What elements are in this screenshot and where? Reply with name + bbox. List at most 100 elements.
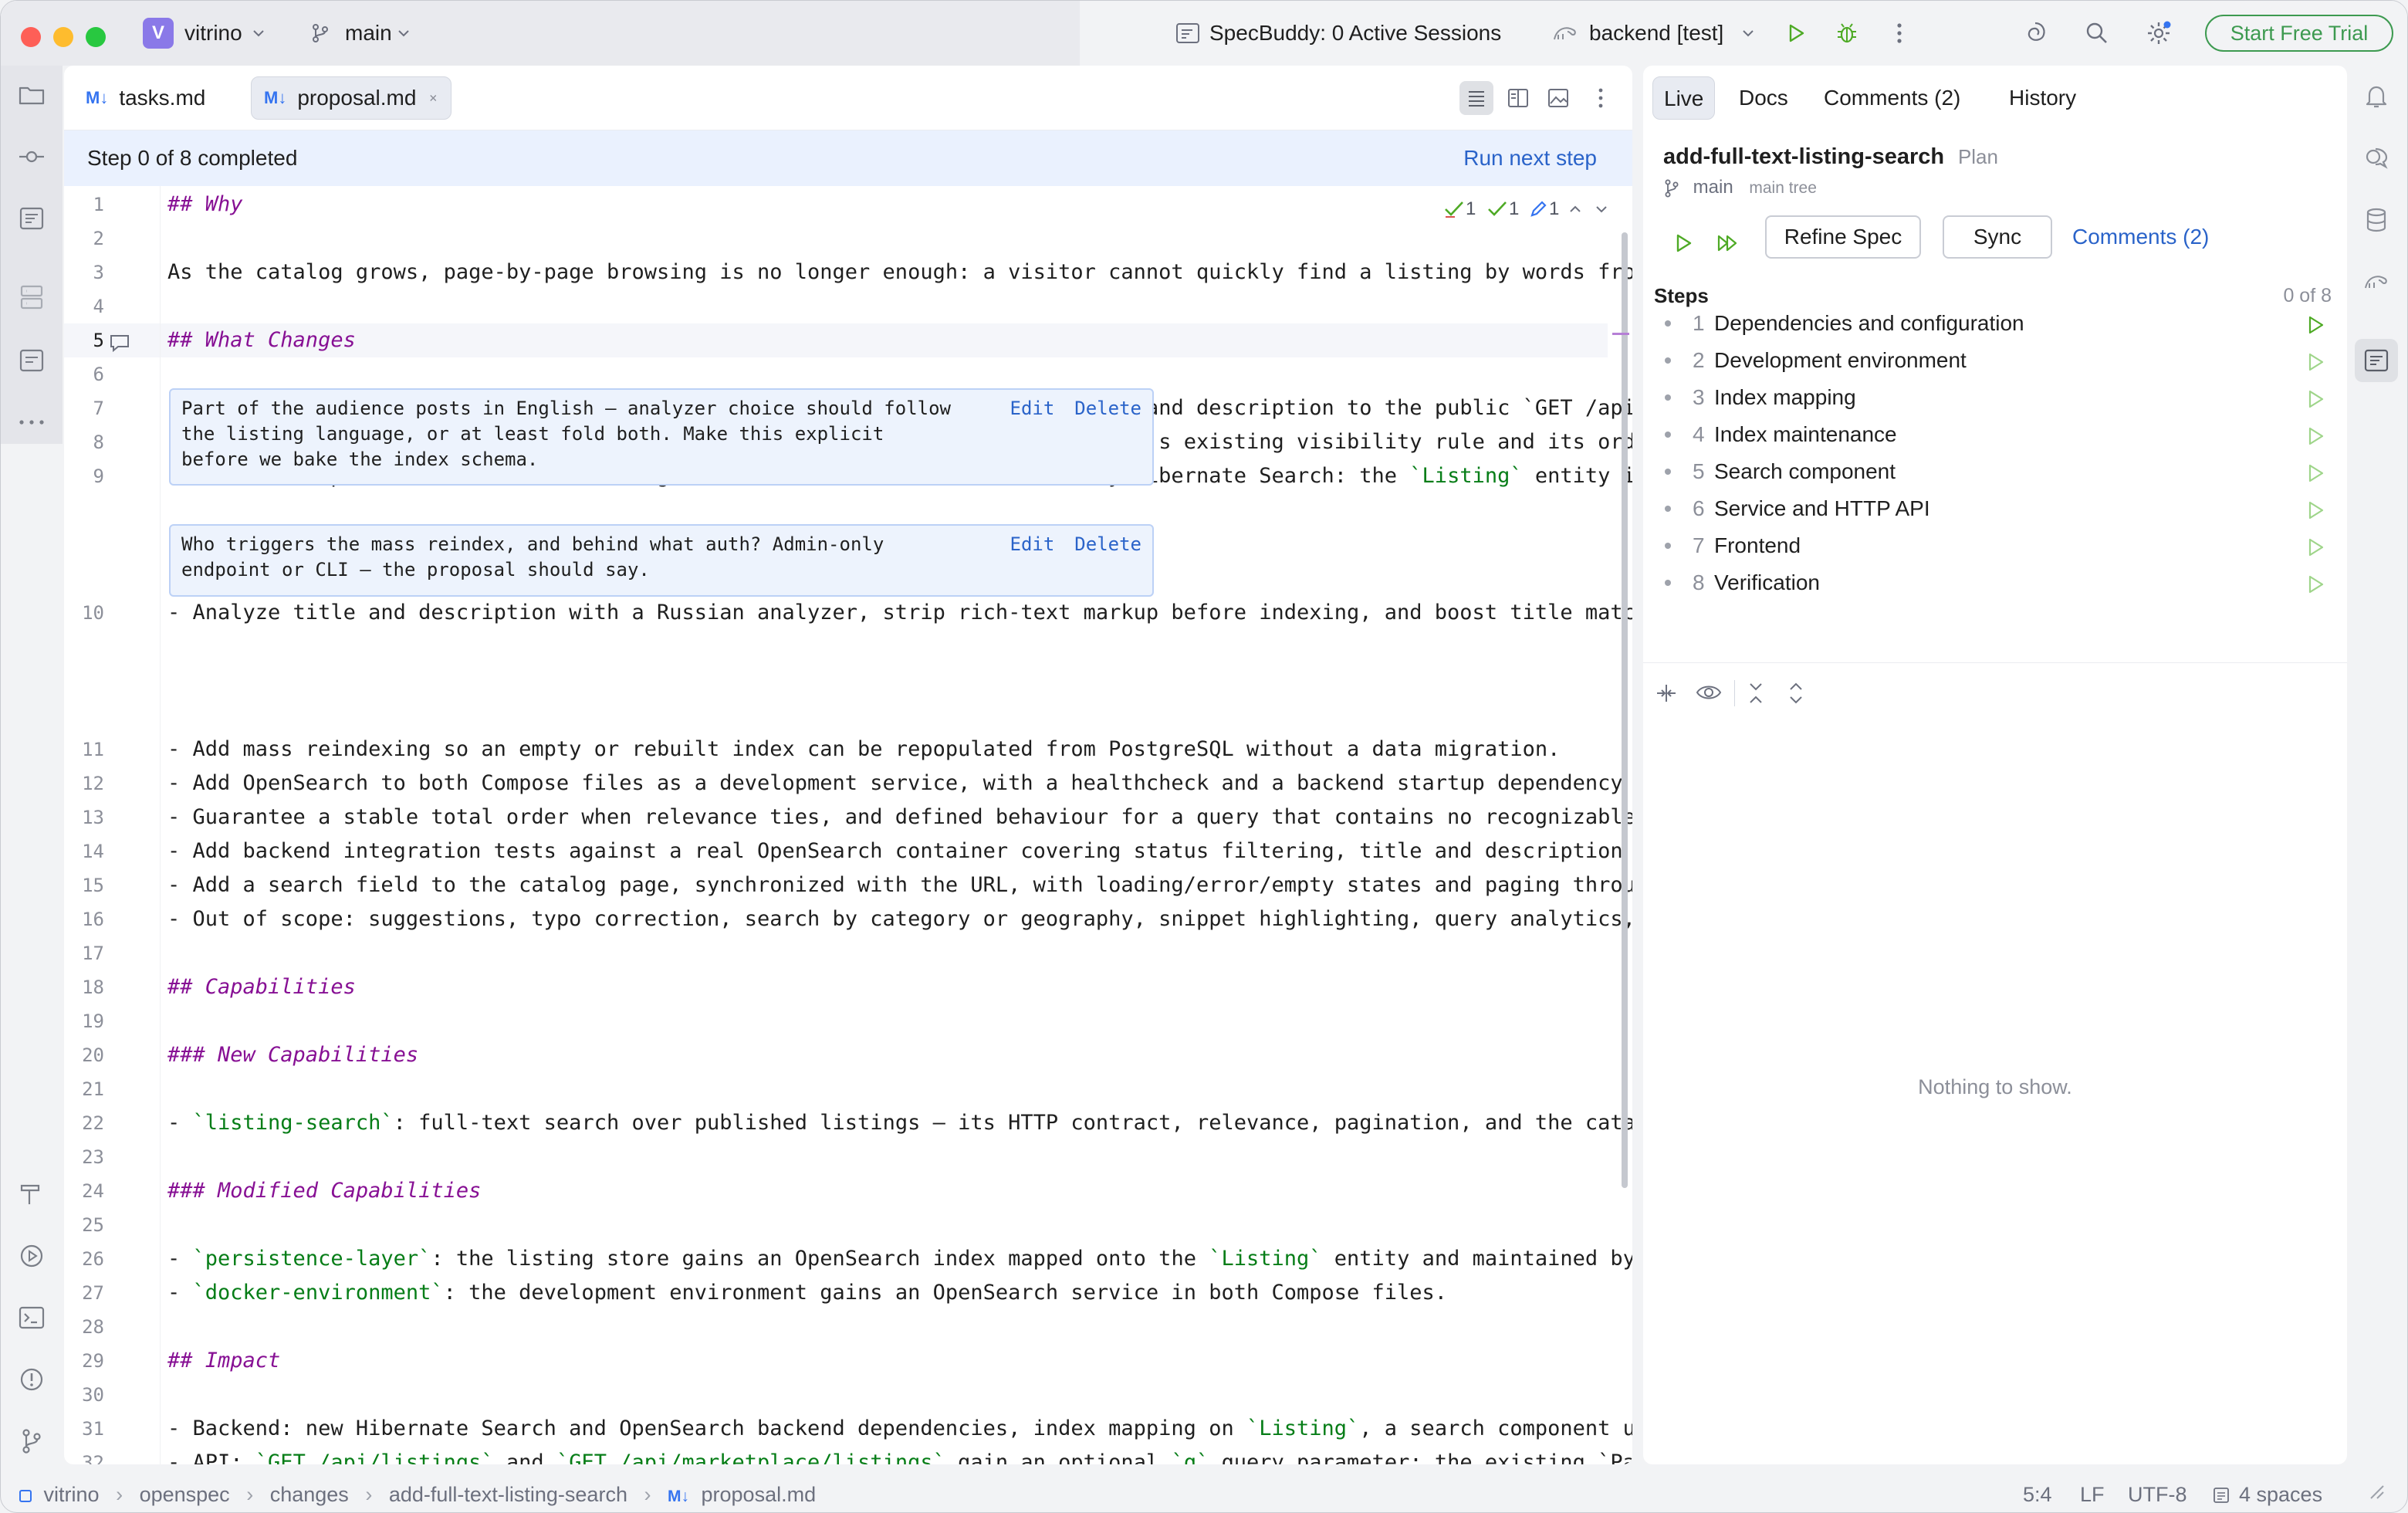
- more-actions-button[interactable]: [1882, 16, 1916, 50]
- code-line[interactable]: - Add backend integration tests against …: [167, 834, 1632, 868]
- minimize-window-button[interactable]: [53, 27, 73, 47]
- code-line[interactable]: [167, 1004, 1632, 1038]
- code-line[interactable]: - Guarantee a stable total order when re…: [167, 801, 1632, 834]
- collapse-all-icon[interactable]: [1747, 682, 1765, 705]
- run-button[interactable]: [1779, 16, 1813, 50]
- tab-docs[interactable]: Docs: [1728, 76, 1799, 120]
- delete-comment-link[interactable]: Delete: [1074, 533, 1141, 555]
- sync-button[interactable]: Sync: [1943, 215, 2052, 259]
- close-icon[interactable]: [428, 91, 438, 105]
- collapse-arrows-icon[interactable]: [1654, 682, 1679, 705]
- ai-chat-button[interactable]: [2358, 140, 2395, 177]
- code-line[interactable]: [167, 1208, 1632, 1242]
- refine-spec-button[interactable]: Refine Spec: [1765, 215, 1921, 259]
- code-line[interactable]: - `persistence-layer`: the listing store…: [167, 1242, 1632, 1276]
- start-free-trial-button[interactable]: Start Free Trial: [2205, 15, 2393, 52]
- code-line[interactable]: ### New Capabilities: [167, 1038, 1632, 1072]
- editor-scrollbar[interactable]: [1622, 232, 1628, 1188]
- breadcrumb-item[interactable]: changes: [270, 1483, 349, 1506]
- step-item[interactable]: 7 Frontend: [1643, 527, 2347, 564]
- code-line[interactable]: - Backend: new Hibernate Search and Open…: [167, 1412, 1632, 1446]
- code-line[interactable]: ## What Changes: [167, 323, 1632, 357]
- tab-proposal-md[interactable]: M↓ proposal.md: [251, 76, 452, 120]
- preview-mode-button[interactable]: [1541, 81, 1575, 115]
- step-item[interactable]: 1 Dependencies and configuration: [1643, 305, 2347, 342]
- step-item[interactable]: 5 Search component: [1643, 453, 2347, 490]
- run-config-widget[interactable]: backend [test]: [1552, 16, 1757, 50]
- split-mode-button[interactable]: [1501, 81, 1535, 115]
- eye-icon[interactable]: [1696, 682, 1722, 703]
- pull-requests-tool-button[interactable]: [13, 200, 50, 237]
- code-line[interactable]: ## Impact: [167, 1344, 1632, 1378]
- specbuddy-widget[interactable]: SpecBuddy: 0 Active Sessions: [1174, 16, 1513, 50]
- problems-tool-button[interactable]: [13, 1361, 50, 1398]
- step-item[interactable]: 3 Index mapping: [1643, 379, 2347, 416]
- code-line[interactable]: [167, 1140, 1632, 1174]
- tab-comments[interactable]: Comments (2): [1813, 76, 1971, 120]
- code-line[interactable]: - `listing-search`: full-text search ove…: [167, 1106, 1632, 1140]
- structure-tool-button[interactable]: [13, 279, 50, 316]
- comment-bubble-icon[interactable]: [109, 333, 132, 353]
- gradle-tool-button[interactable]: [2358, 263, 2395, 300]
- code-line[interactable]: [167, 1310, 1632, 1344]
- code-line[interactable]: [167, 289, 1632, 323]
- step-item[interactable]: 4 Index maintenance: [1643, 416, 2347, 453]
- run-step-icon[interactable]: [2304, 570, 2327, 608]
- code-line[interactable]: - Add a search field to the catalog page…: [167, 868, 1632, 902]
- code-line[interactable]: - `docker-environment`: the development …: [167, 1276, 1632, 1310]
- ai-assistant-button[interactable]: [2018, 16, 2052, 50]
- edit-comment-link[interactable]: Edit: [1010, 398, 1055, 419]
- breadcrumb-item[interactable]: add-full-text-listing-search: [389, 1483, 627, 1506]
- caret-position[interactable]: 5:4: [2023, 1475, 2052, 1512]
- code-line[interactable]: - Analyze title and description with a R…: [167, 596, 1632, 630]
- terminal-tool-button[interactable]: [13, 1299, 50, 1336]
- file-encoding[interactable]: UTF-8: [2128, 1475, 2187, 1512]
- search-everywhere-button[interactable]: [2080, 16, 2114, 50]
- comments-link[interactable]: Comments (2): [2072, 220, 2209, 254]
- project-tool-button[interactable]: [13, 76, 50, 113]
- run-next-step-link[interactable]: Run next step: [1463, 141, 1597, 175]
- breadcrumb-item[interactable]: proposal.md: [702, 1483, 817, 1506]
- step-item[interactable]: 2 Development environment: [1643, 342, 2347, 379]
- code-line[interactable]: [167, 936, 1632, 970]
- build-tool-button[interactable]: [13, 1176, 50, 1213]
- vcs-branch-widget[interactable]: main: [309, 16, 425, 50]
- debug-button[interactable]: [1830, 16, 1864, 50]
- code-line[interactable]: As the catalog grows, page-by-page brows…: [167, 256, 1632, 289]
- code-line[interactable]: - Add OpenSearch to both Compose files a…: [167, 767, 1632, 801]
- code-line[interactable]: [167, 1072, 1632, 1106]
- git-tool-button[interactable]: [13, 1423, 50, 1460]
- services-tool-button[interactable]: [13, 1237, 50, 1274]
- code-line[interactable]: [167, 1378, 1632, 1412]
- step-item[interactable]: 8 Verification: [1643, 564, 2347, 601]
- more-tools-button[interactable]: [13, 404, 50, 441]
- editor-only-mode-button[interactable]: [1459, 81, 1493, 115]
- tab-history[interactable]: History: [1998, 76, 2087, 120]
- settings-button[interactable]: [2142, 16, 2176, 50]
- editor-more-button[interactable]: [1589, 81, 1612, 115]
- expand-all-icon[interactable]: [1787, 682, 1805, 705]
- tab-tasks-md[interactable]: M↓ tasks.md: [73, 76, 228, 120]
- breadcrumb-item[interactable]: openspec: [140, 1483, 230, 1506]
- step-item[interactable]: 6 Service and HTTP API: [1643, 490, 2347, 527]
- tab-live[interactable]: Live: [1652, 76, 1716, 120]
- notifications-button[interactable]: [2358, 78, 2395, 115]
- code-line[interactable]: ## Capabilities: [167, 970, 1632, 1004]
- code-line[interactable]: ## Why: [167, 188, 1632, 222]
- run-all-steps-button[interactable]: [1711, 226, 1745, 260]
- code-line[interactable]: [167, 357, 1632, 391]
- notes-tool-button[interactable]: [13, 342, 50, 379]
- database-button[interactable]: [2358, 201, 2395, 239]
- project-widget[interactable]: V vitrino: [143, 16, 271, 50]
- delete-comment-link[interactable]: Delete: [1074, 398, 1141, 419]
- run-spec-button[interactable]: [1666, 226, 1700, 260]
- line-separator[interactable]: LF: [2080, 1475, 2105, 1512]
- code-line[interactable]: ### Modified Capabilities: [167, 1174, 1632, 1208]
- close-window-button[interactable]: [21, 27, 41, 47]
- edit-comment-link[interactable]: Edit: [1010, 533, 1055, 555]
- code-area[interactable]: 1 ## Why 2 3 As the catalog grows, page-by-p…: [64, 186, 1632, 1464]
- indent-setting[interactable]: 4 spaces: [2239, 1475, 2322, 1512]
- code-line[interactable]: - Add mass reindexing so an empty or reb…: [167, 733, 1632, 767]
- commit-tool-button[interactable]: [13, 138, 50, 175]
- code-line[interactable]: [167, 222, 1632, 256]
